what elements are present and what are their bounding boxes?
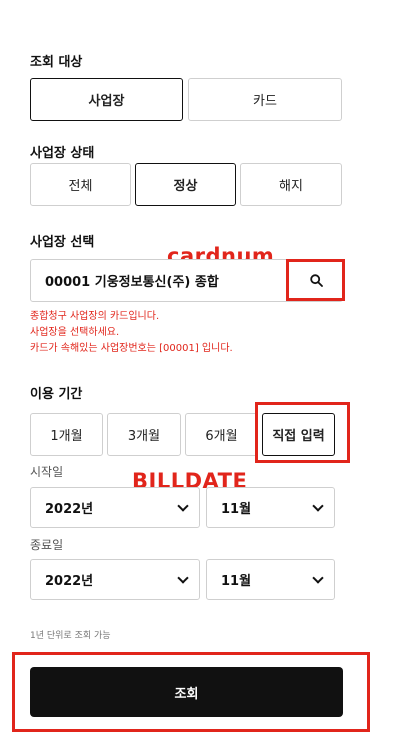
period-label: 이용 기간 (30, 387, 83, 402)
inquiry-target-label: 조회 대상 (30, 55, 83, 70)
target-card-button[interactable]: 카드 (188, 78, 342, 121)
chevron-down-icon (312, 499, 324, 512)
start-date-label: 시작일 (30, 465, 64, 479)
period-3month-button[interactable]: 3개월 (107, 413, 181, 456)
end-year-select[interactable]: 2022년 (30, 559, 200, 600)
start-month-select[interactable]: 11월 (206, 487, 335, 528)
business-select-value: 00001 기웅정보통신(주) 종합 (45, 275, 219, 290)
status-normal-button[interactable]: 정상 (135, 163, 236, 206)
period-1month-button[interactable]: 1개월 (30, 413, 103, 456)
end-month-select[interactable]: 11월 (206, 559, 335, 600)
period-custom-highlight-box (255, 402, 350, 463)
chevron-down-icon (177, 499, 189, 512)
chevron-down-icon (177, 571, 189, 584)
period-hint: 1년 단위로 조회 가능 (30, 631, 111, 641)
start-year-value: 2022년 (45, 502, 94, 517)
status-terminated-button[interactable]: 해지 (240, 163, 342, 206)
business-select-label: 사업장 선택 (30, 235, 95, 250)
end-month-value: 11월 (221, 574, 252, 589)
chevron-down-icon (312, 571, 324, 584)
business-status-label: 사업장 상태 (30, 146, 95, 161)
business-note-2: 사업장을 선택하세요. (30, 327, 120, 338)
search-button[interactable] (306, 270, 326, 290)
business-note-3: 카드가 속해있는 사업장번호는 [00001] 입니다. (30, 343, 233, 354)
business-note-1: 종합청구 사업장의 카드입니다. (30, 311, 160, 322)
status-all-button[interactable]: 전체 (30, 163, 131, 206)
search-icon (309, 273, 323, 287)
end-year-value: 2022년 (45, 574, 94, 589)
start-year-select[interactable]: 2022년 (30, 487, 200, 528)
end-date-label: 종료일 (30, 538, 64, 552)
submit-button[interactable]: 조회 (30, 667, 343, 717)
start-month-value: 11월 (221, 502, 252, 517)
target-business-button[interactable]: 사업장 (30, 78, 183, 121)
period-6month-button[interactable]: 6개월 (185, 413, 258, 456)
